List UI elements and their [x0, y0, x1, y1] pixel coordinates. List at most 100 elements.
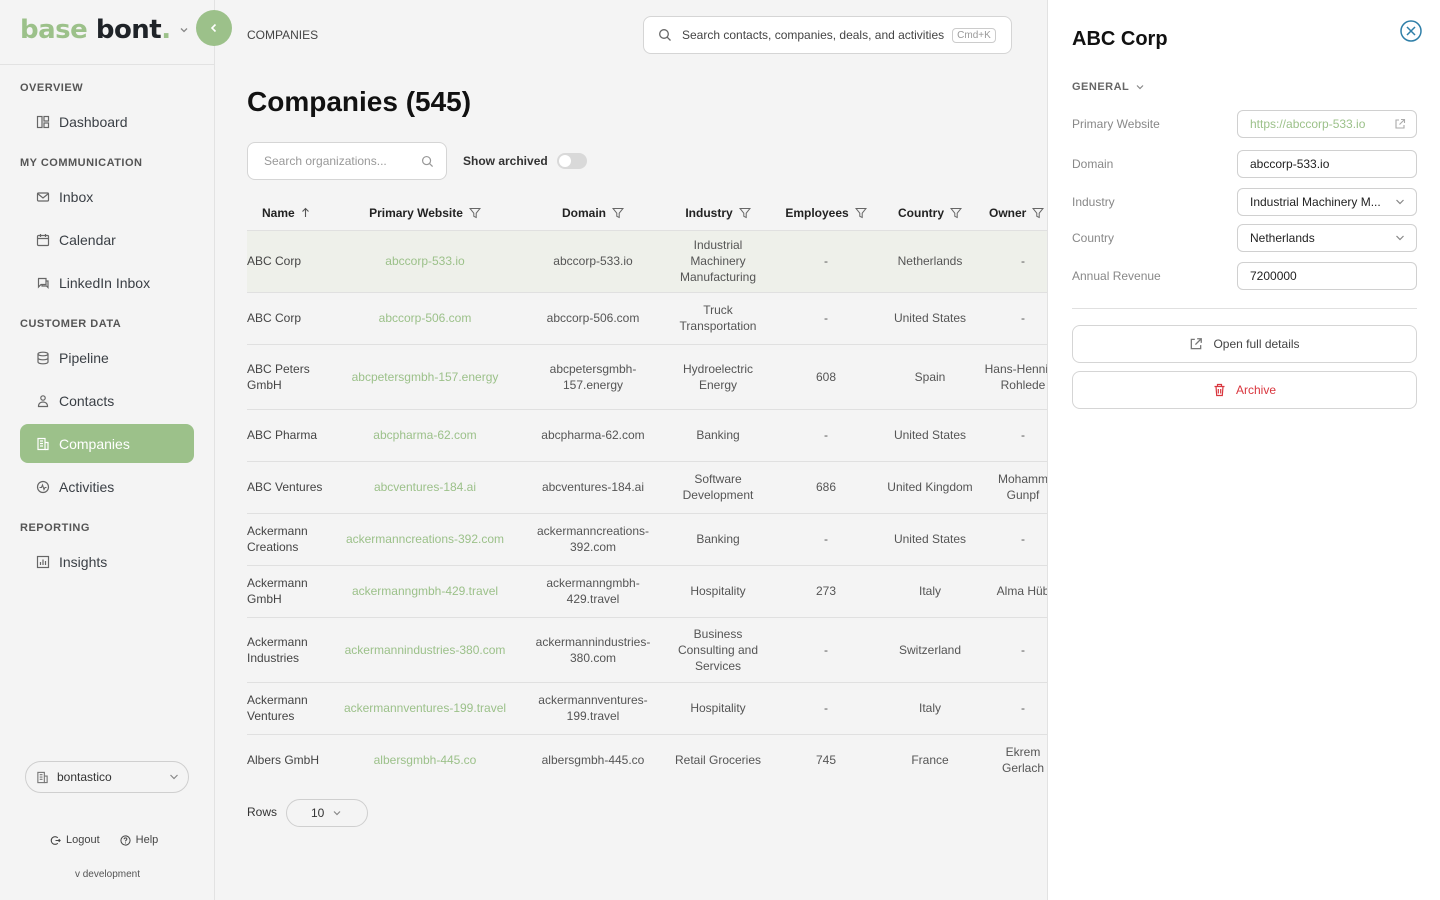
rows-per-page-select[interactable]: 10 — [286, 799, 368, 827]
filter-icon[interactable] — [468, 207, 481, 219]
filter-icon[interactable] — [854, 207, 867, 219]
table-row[interactable]: ABC Peters GmbH abcpetersgmbh-157.energy… — [247, 344, 1047, 410]
column-header-name[interactable]: Name — [247, 196, 329, 231]
help-link[interactable]: Help — [120, 834, 158, 846]
logout-link[interactable]: Logout — [50, 834, 100, 846]
cell-domain: albersgmbh-445.co — [521, 734, 665, 784]
sidebar-item-label: Inbox — [59, 188, 94, 205]
column-header-country[interactable]: Country — [881, 196, 979, 231]
cell-employees: - — [771, 409, 881, 462]
cell-industry: Banking — [665, 513, 771, 566]
table-row[interactable]: ABC Corp abccorp-533.io abccorp-533.io I… — [247, 230, 1047, 293]
cell-website-link[interactable]: abccorp-533.io — [329, 230, 521, 293]
sidebar-item-label: Companies — [59, 435, 130, 452]
general-section-toggle[interactable]: GENERAL — [1072, 81, 1145, 93]
domain-field[interactable]: abccorp-533.io — [1237, 150, 1417, 178]
cell-employees: - — [771, 230, 881, 293]
global-search-placeholder: Search contacts, companies, deals, and a… — [682, 28, 945, 42]
close-panel-button[interactable] — [1399, 19, 1423, 43]
page-title: Companies (545) — [247, 86, 472, 117]
workspace-select[interactable]: bontastico — [25, 761, 189, 793]
search-icon — [421, 155, 434, 168]
rows-per-page-value: 10 — [311, 806, 325, 820]
cell-website-link[interactable]: ackermannindustries-380.com — [329, 617, 521, 683]
open-full-details-button[interactable]: Open full details — [1072, 325, 1417, 363]
cell-name: ABC Pharma — [247, 409, 329, 462]
cell-website-link[interactable]: abcpharma-62.com — [329, 409, 521, 462]
column-header-domain[interactable]: Domain — [521, 196, 665, 231]
table-row[interactable]: Ackermann Industries ackermannindustries… — [247, 617, 1047, 683]
primary-website-field[interactable]: https://abccorp-533.io — [1237, 110, 1417, 138]
collapse-sidebar-button[interactable] — [196, 10, 232, 46]
table-row[interactable]: ABC Ventures abcventures-184.ai abcventu… — [247, 461, 1047, 514]
activity-icon — [36, 480, 50, 494]
company-detail-panel: ABC Corp GENERAL Primary Website https:/… — [1047, 0, 1440, 900]
organization-search-input[interactable] — [248, 143, 408, 179]
sidebar-item-activities[interactable]: Activities — [20, 467, 194, 506]
industry-select[interactable]: Industrial Machinery M... — [1237, 188, 1417, 216]
rows-per-page-label: Rows — [247, 805, 278, 819]
cell-domain: abcpharma-62.com — [521, 409, 665, 462]
primary-website-value: https://abccorp-533.io — [1250, 117, 1366, 131]
table-row[interactable]: Ackermann Creations ackermanncreations-3… — [247, 513, 1047, 566]
workspace-name: bontastico — [57, 770, 112, 784]
cell-website-link[interactable]: abcpetersgmbh-157.energy — [329, 344, 521, 410]
cell-country: United States — [881, 292, 979, 345]
sidebar-item-insights[interactable]: Insights — [20, 542, 194, 581]
sidebar-item-inbox[interactable]: Inbox — [20, 177, 194, 216]
organization-search — [247, 142, 447, 180]
primary-website-label: Primary Website — [1072, 117, 1160, 131]
cell-employees: - — [771, 513, 881, 566]
sidebar-item-companies[interactable]: Companies — [20, 424, 194, 463]
cell-owner: - — [979, 513, 1047, 566]
show-archived-control: Show archived — [463, 153, 587, 169]
archive-button[interactable]: Archive — [1072, 371, 1417, 409]
companies-table-wrapper: Name Primary Website Domain Industry Emp… — [247, 196, 1047, 784]
column-header-owner[interactable]: Owner — [979, 196, 1047, 231]
filter-icon[interactable] — [612, 207, 624, 219]
external-link-icon — [1189, 337, 1203, 351]
table-row[interactable]: Albers GmbH albersgmbh-445.co albersgmbh… — [247, 734, 1047, 784]
cell-name: Ackermann Creations — [247, 513, 329, 566]
sidebar-item-dashboard[interactable]: Dashboard — [20, 102, 194, 141]
sidebar-item-contacts[interactable]: Contacts — [20, 381, 194, 420]
cell-domain: abccorp-506.com — [521, 292, 665, 345]
table-row[interactable]: Ackermann Ventures ackermannventures-199… — [247, 682, 1047, 735]
column-header-primary-website[interactable]: Primary Website — [329, 196, 521, 231]
cell-website-link[interactable]: abccorp-506.com — [329, 292, 521, 345]
table-row[interactable]: ABC Pharma abcpharma-62.com abcpharma-62… — [247, 409, 1047, 462]
column-header-employees[interactable]: Employees — [771, 196, 881, 231]
cell-country: Spain — [881, 344, 979, 410]
section-label: GENERAL — [1072, 81, 1130, 93]
cell-country: United States — [881, 409, 979, 462]
country-value: Netherlands — [1250, 231, 1315, 245]
cell-website-link[interactable]: albersgmbh-445.co — [329, 734, 521, 784]
table-row[interactable]: Ackermann GmbH ackermanngmbh-429.travel … — [247, 565, 1047, 618]
filter-icon[interactable] — [738, 207, 751, 219]
cell-website-link[interactable]: ackermanngmbh-429.travel — [329, 565, 521, 618]
sidebar-item-calendar[interactable]: Calendar — [20, 220, 194, 259]
show-archived-toggle[interactable] — [556, 153, 587, 169]
archive-label: Archive — [1235, 383, 1276, 397]
sidebar-item-linkedin-inbox[interactable]: LinkedIn Inbox — [20, 263, 194, 302]
nav-section-customer-data: CUSTOMER DATA — [20, 318, 122, 330]
filter-icon[interactable] — [950, 207, 962, 219]
brand-switcher[interactable]: base bont. — [20, 12, 189, 48]
cell-industry: Retail Groceries — [665, 734, 771, 784]
cell-website-link[interactable]: ackermannventures-199.travel — [329, 682, 521, 735]
country-select[interactable]: Netherlands — [1237, 224, 1417, 252]
panel-title: ABC Corp — [1072, 28, 1168, 50]
sidebar-item-pipeline[interactable]: Pipeline — [20, 338, 194, 377]
cell-website-link[interactable]: ackermanncreations-392.com — [329, 513, 521, 566]
external-link-icon[interactable] — [1394, 118, 1406, 130]
annual-revenue-field[interactable]: 7200000 — [1237, 262, 1417, 290]
sidebar-footer-links: Logout Help — [50, 834, 158, 846]
global-search[interactable]: Search contacts, companies, deals, and a… — [643, 16, 1012, 54]
column-header-industry[interactable]: Industry — [665, 196, 771, 231]
cell-website-link[interactable]: abcventures-184.ai — [329, 461, 521, 514]
show-archived-label: Show archived — [463, 154, 548, 168]
sidebar-item-label: Calendar — [59, 231, 116, 248]
table-row[interactable]: ABC Corp abccorp-506.com abccorp-506.com… — [247, 292, 1047, 345]
filter-icon[interactable] — [1032, 207, 1045, 219]
cell-industry: Banking — [665, 409, 771, 462]
